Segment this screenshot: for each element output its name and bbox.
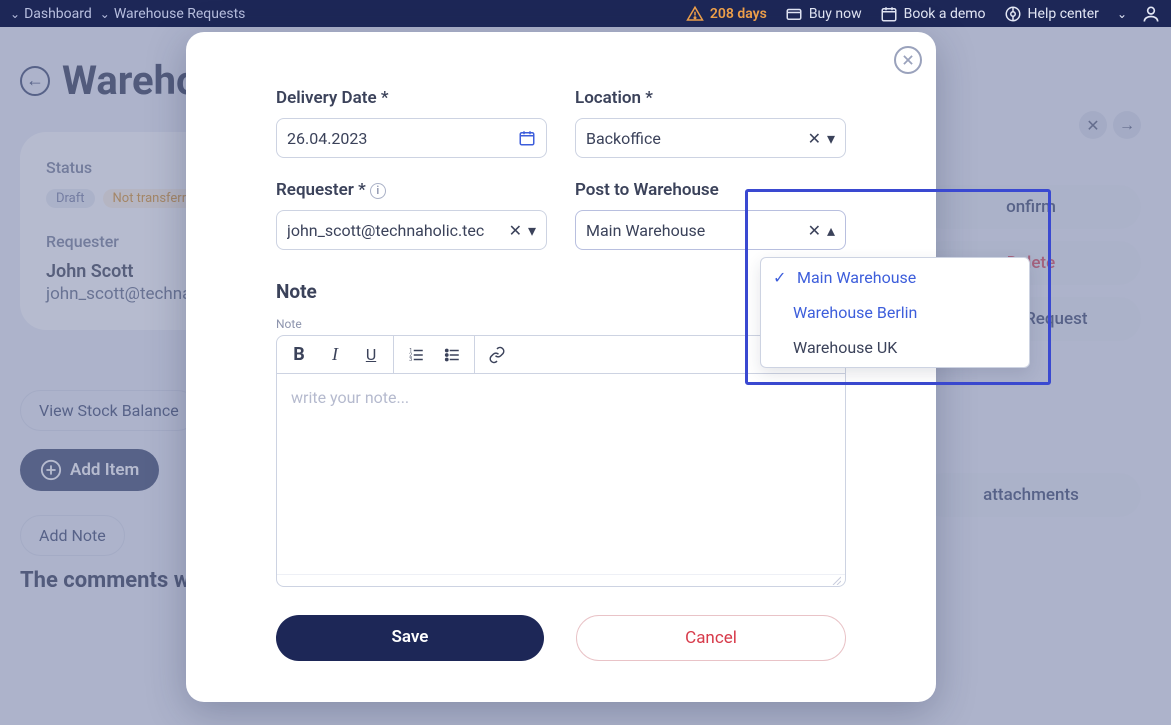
warning-icon <box>686 5 704 23</box>
edit-request-modal: Delivery Date * Requester *i ✕ ▾ Locatio… <box>186 32 936 702</box>
help-center-button[interactable]: Help center <box>1004 5 1099 23</box>
clear-icon[interactable]: ✕ <box>808 129 821 148</box>
calendar-icon[interactable] <box>518 129 536 147</box>
close-icon <box>901 53 915 67</box>
warehouse-option-main[interactable]: ✓ Main Warehouse <box>761 260 1029 295</box>
check-icon: ✓ <box>773 268 789 287</box>
chevron-down-icon[interactable]: ▾ <box>827 129 835 148</box>
post-to-warehouse-label: Post to Warehouse <box>575 180 846 200</box>
delivery-date-input[interactable] <box>276 118 547 158</box>
requester-label: Requester *i <box>276 180 547 200</box>
chevron-down-icon[interactable]: ▾ <box>528 221 536 240</box>
requester-field[interactable] <box>287 221 503 240</box>
warehouse-option-uk[interactable]: Warehouse UK <box>761 330 1029 365</box>
svg-text:3: 3 <box>409 357 412 363</box>
post-to-warehouse-field[interactable] <box>586 221 802 240</box>
warehouse-dropdown: ✓ Main Warehouse Warehouse Berlin Wareho… <box>760 257 1030 368</box>
modal-close-button[interactable] <box>894 46 922 74</box>
book-demo-button[interactable]: Book a demo <box>880 5 986 23</box>
post-to-warehouse-select[interactable]: ✕ ▴ <box>575 210 846 250</box>
breadcrumb-warehouse-requests[interactable]: ⌄Warehouse Requests <box>100 6 246 22</box>
chevron-down-icon[interactable]: ⌄ <box>1117 7 1127 21</box>
location-label: Location * <box>575 88 846 108</box>
save-button[interactable]: Save <box>276 615 544 661</box>
calendar-icon <box>880 5 898 23</box>
user-icon[interactable] <box>1141 4 1161 24</box>
delivery-date-label: Delivery Date * <box>276 88 547 108</box>
clear-icon[interactable]: ✕ <box>509 221 522 240</box>
trial-days[interactable]: 208 days <box>686 5 767 23</box>
chevron-down-icon: ⌄ <box>100 7 110 21</box>
ordered-list-button[interactable]: 123 <box>406 343 426 367</box>
clear-icon[interactable]: ✕ <box>808 221 821 240</box>
unordered-list-button[interactable] <box>442 343 462 367</box>
delivery-date-field[interactable] <box>287 129 512 148</box>
requester-select[interactable]: ✕ ▾ <box>276 210 547 250</box>
info-icon[interactable]: i <box>370 183 386 199</box>
help-icon <box>1004 5 1022 23</box>
card-icon <box>785 5 803 23</box>
cancel-button[interactable]: Cancel <box>576 615 846 661</box>
note-textarea[interactable] <box>277 374 845 570</box>
buy-now-button[interactable]: Buy now <box>785 5 862 23</box>
link-button[interactable] <box>487 343 507 367</box>
bold-button[interactable]: B <box>289 343 309 367</box>
chevron-down-icon: ⌄ <box>10 7 20 21</box>
resize-handle[interactable] <box>277 574 845 586</box>
italic-button[interactable]: I <box>325 343 345 367</box>
location-field[interactable] <box>586 129 802 148</box>
chevron-up-icon[interactable]: ▴ <box>827 221 835 240</box>
top-nav: ⌄Dashboard ⌄Warehouse Requests 208 days … <box>0 0 1171 27</box>
warehouse-option-berlin[interactable]: Warehouse Berlin <box>761 295 1029 330</box>
location-select[interactable]: ✕ ▾ <box>575 118 846 158</box>
breadcrumb-dashboard[interactable]: ⌄Dashboard <box>10 6 92 22</box>
underline-button[interactable]: U <box>361 343 381 367</box>
note-editor: B I U 123 <box>276 335 846 587</box>
